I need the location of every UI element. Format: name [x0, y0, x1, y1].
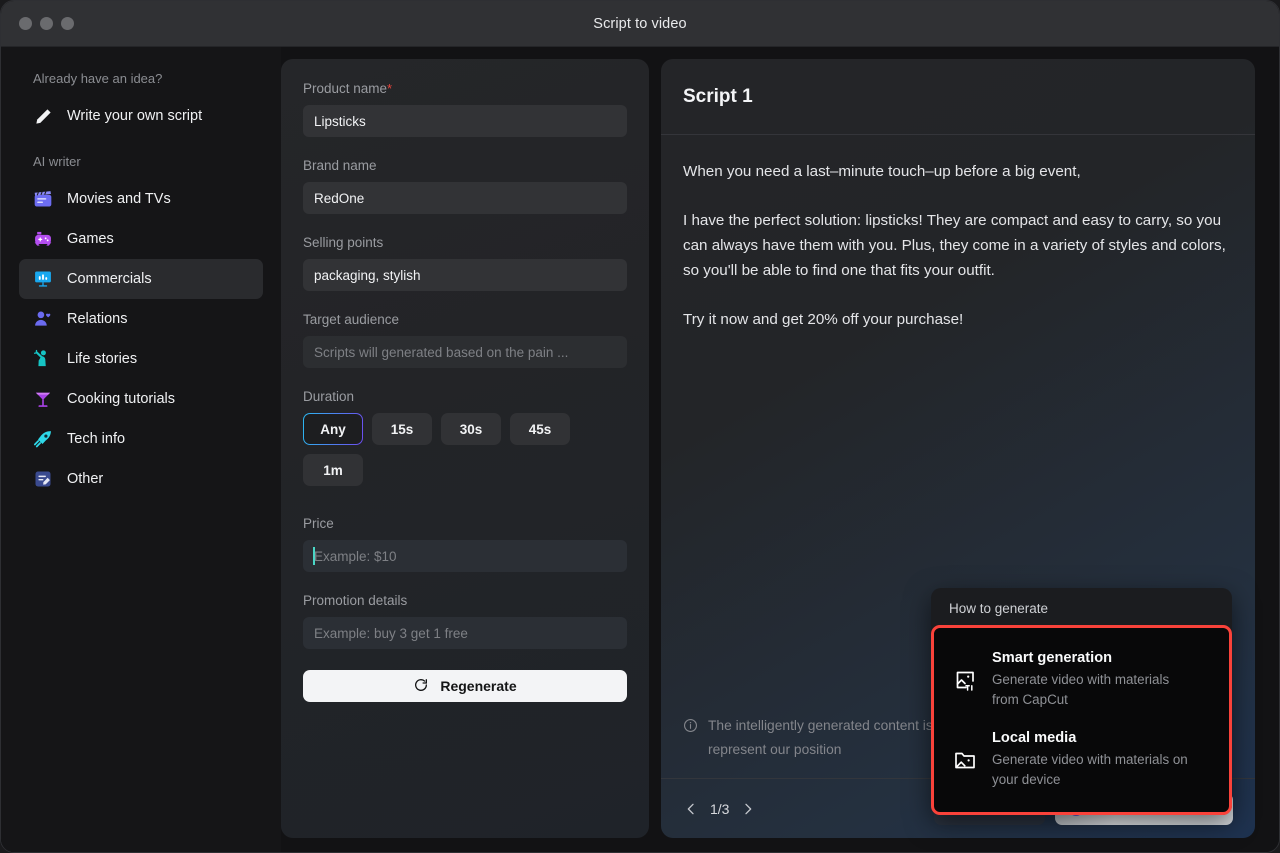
duration-option-1m[interactable]: 1m [303, 454, 363, 486]
chevron-left-icon[interactable] [683, 801, 699, 817]
popup-item-desc: Generate video with materials from CapCu… [992, 672, 1170, 707]
sidebar-item-label: Games [67, 231, 114, 247]
gamepad-icon [33, 229, 53, 249]
popup-options-highlighted: Smart generation Generate video with mat… [931, 625, 1232, 815]
sidebar-item-label: Commercials [67, 271, 152, 287]
promotion-details-label: Promotion details [303, 593, 408, 608]
sidebar-section-ai-writer: AI writer [33, 154, 81, 169]
duration-option-15s[interactable]: 15s [372, 413, 432, 445]
sidebar-item-movies-and-tvs[interactable]: Movies and TVs [19, 179, 263, 219]
selling-points-label: Selling points [303, 235, 384, 250]
price-input[interactable]: Example: $10 [303, 540, 627, 572]
product-name-label: Product name* [303, 81, 393, 96]
folder-image-icon [952, 748, 978, 772]
sidebar-item-label: Write your own script [67, 108, 203, 124]
sidebar-item-label: Tech info [67, 431, 126, 447]
sidebar-item-label: Relations [67, 311, 128, 327]
sidebar-item-cooking-tutorials[interactable]: Cooking tutorials [19, 379, 263, 419]
script-paragraph: When you need a last–minute touch–up bef… [683, 163, 1081, 180]
window-title: Script to video [593, 15, 687, 32]
image-ai-icon [952, 668, 978, 692]
text-caret [313, 547, 315, 565]
sidebar-item-label: Movies and TVs [67, 191, 171, 207]
brand-name-label: Brand name [303, 158, 377, 173]
sidebar-item-games[interactable]: Games [19, 219, 263, 259]
sidebar-section-idea: Already have an idea? [33, 71, 163, 86]
app-body: Already have an idea? Write your own scr… [1, 47, 1279, 852]
cocktail-glass-icon [33, 389, 53, 409]
sidebar-item-write-your-own-script[interactable]: Write your own script [19, 96, 263, 136]
title-bar: Script to video [1, 1, 1279, 47]
popup-item-desc: Generate video with materials on your de… [992, 752, 1188, 787]
close-icon[interactable] [19, 17, 32, 30]
price-placeholder: Example: $10 [314, 548, 397, 564]
script-parameters-form: Product name* Lipsticks Brand name RedOn… [281, 59, 649, 838]
sidebar: Already have an idea? Write your own scr… [1, 47, 281, 852]
duration-option-any[interactable]: Any [303, 413, 363, 445]
chevron-right-icon[interactable] [740, 801, 756, 817]
target-audience-input[interactable]: Scripts will generated based on the pain… [303, 336, 627, 368]
selling-points-input[interactable]: packaging, stylish [303, 259, 627, 291]
sidebar-item-other[interactable]: Other [19, 459, 263, 499]
sidebar-item-label: Life stories [67, 351, 138, 367]
popup-item-title: Local media [992, 730, 1077, 746]
sidebar-item-label: Other [67, 471, 104, 487]
sidebar-item-commercials[interactable]: Commercials [19, 259, 263, 299]
popup-item-smart-generation[interactable]: Smart generation Generate video with mat… [934, 640, 1229, 720]
page-indicator: 1/3 [710, 800, 730, 817]
refresh-icon [413, 677, 429, 696]
product-name-input[interactable]: Lipsticks [303, 105, 627, 137]
promotion-details-input[interactable]: Example: buy 3 get 1 free [303, 617, 627, 649]
presentation-chart-icon [33, 269, 53, 289]
sidebar-item-tech-info[interactable]: Tech info [19, 419, 263, 459]
duration-option-45s[interactable]: 45s [510, 413, 570, 445]
popup-item-title: Smart generation [992, 650, 1113, 666]
sidebar-item-label: Cooking tutorials [67, 391, 175, 407]
person-waving-icon [33, 349, 53, 369]
sidebar-item-relations[interactable]: Relations [19, 299, 263, 339]
script-title: Script 1 [683, 85, 753, 107]
minimize-icon[interactable] [40, 17, 53, 30]
script-header: Script 1 [661, 59, 1255, 135]
regenerate-button[interactable]: Regenerate [303, 670, 627, 702]
app-window: Script to video Already have an idea? Wr… [0, 0, 1280, 853]
popup-title: How to generate [949, 601, 1049, 616]
note-pencil-icon [33, 469, 53, 489]
duration-label: Duration [303, 389, 355, 404]
regenerate-label: Regenerate [440, 678, 517, 694]
pencil-icon [33, 106, 53, 126]
price-label: Price [303, 516, 334, 531]
popup-item-text: Local media Generate video with material… [992, 730, 1192, 790]
duration-options-row-2: 1m [303, 454, 627, 486]
maximize-icon[interactable] [61, 17, 74, 30]
brand-name-input[interactable]: RedOne [303, 182, 627, 214]
info-circle-icon [683, 717, 698, 762]
popup-item-local-media[interactable]: Local media Generate video with material… [934, 720, 1229, 800]
script-paragraph: Try it now and get 20% off your purchase… [683, 311, 964, 328]
traffic-lights [19, 17, 74, 30]
how-to-generate-popup: How to generate Smart generation Generat [931, 588, 1232, 815]
required-marker: * [387, 81, 393, 96]
person-heart-icon [33, 309, 53, 329]
duration-options-row-1: Any 15s 30s 45s [303, 413, 627, 445]
popup-item-text: Smart generation Generate video with mat… [992, 650, 1192, 710]
pagination: 1/3 [683, 801, 756, 817]
sidebar-item-life-stories[interactable]: Life stories [19, 339, 263, 379]
duration-option-30s[interactable]: 30s [441, 413, 501, 445]
script-paragraph: I have the perfect solution: lipsticks! … [683, 212, 1226, 279]
target-audience-label: Target audience [303, 312, 400, 327]
rocket-icon [33, 429, 53, 449]
clapperboard-icon [33, 189, 53, 209]
